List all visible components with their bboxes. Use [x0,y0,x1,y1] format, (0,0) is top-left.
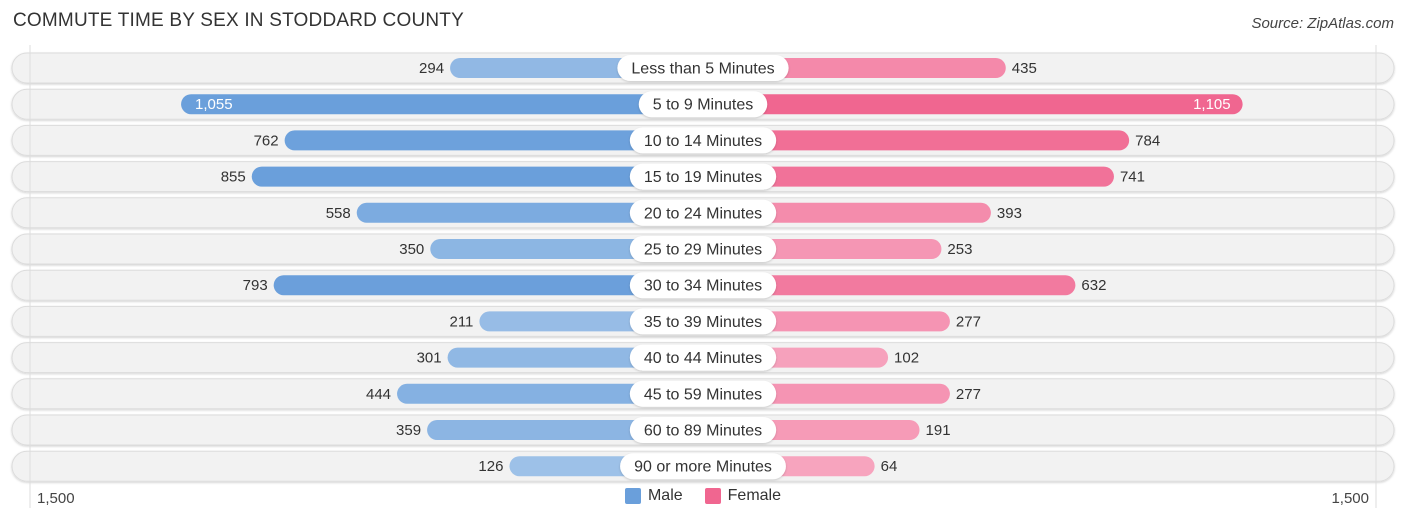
value-label-male: 359 [396,422,421,439]
category-label-text: 60 to 89 Minutes [644,423,762,440]
value-label-female: 632 [1081,277,1106,294]
value-label-male: 793 [243,277,268,294]
category-label: 60 to 89 Minutes [629,417,777,443]
category-label-text: 40 to 44 Minutes [644,350,762,367]
category-label-text: 10 to 14 Minutes [644,133,762,150]
category-label: 40 to 44 Minutes [629,344,777,371]
value-label-female: 277 [956,386,981,403]
category-label: 10 to 14 Minutes [629,127,777,154]
value-label-male: 350 [399,241,424,258]
value-label-male: 1,055 [195,96,233,113]
legend-swatch-male [624,488,641,504]
category-label-text: 30 to 34 Minutes [644,278,762,295]
value-label-female: 741 [1120,169,1145,186]
legend: Male Female [0,487,1406,505]
category-label-text: 45 to 59 Minutes [644,386,762,403]
value-label-male: 762 [254,132,279,149]
value-label-female: 393 [997,205,1022,222]
bar-female[interactable] [703,94,1243,115]
value-label-female: 102 [894,350,919,367]
category-label-text: 5 to 9 Minutes [653,97,754,114]
legend-label-male: Male [647,487,683,504]
value-label-female: 1,105 [1193,96,1231,113]
bar-male[interactable] [181,94,703,115]
value-label-female: 784 [1135,132,1160,149]
value-label-female: 435 [1012,60,1037,77]
chart-canvas: 294 435 Less than 5 Minutes 1,055 1,105 5 to … [11,45,1395,508]
legend-label-female: Female [727,487,782,504]
value-label-female: 253 [947,241,972,258]
legend-item-female[interactable]: Female [704,487,782,505]
value-label-female: 191 [926,422,951,439]
value-label-female: 64 [881,458,898,475]
category-label: 30 to 34 Minutes [629,272,777,299]
value-label-male: 444 [366,386,391,403]
legend-swatch-female [704,488,721,504]
category-label: Less than 5 Minutes [617,55,789,81]
category-label-text: Less than 5 Minutes [631,61,774,78]
value-label-male: 301 [417,350,442,367]
category-label: 45 to 59 Minutes [629,380,777,407]
value-label-female: 277 [956,313,981,330]
category-label: 5 to 9 Minutes [638,91,768,118]
value-label-male: 558 [326,205,351,222]
category-label-text: 15 to 19 Minutes [644,169,762,186]
category-label: 20 to 24 Minutes [629,199,777,226]
category-label: 25 to 29 Minutes [629,236,777,262]
category-label-text: 90 or more Minutes [634,459,772,476]
legend-item-male[interactable]: Male [624,487,683,505]
value-label-male: 855 [221,169,246,186]
category-label-text: 20 to 24 Minutes [644,205,762,222]
value-label-male: 211 [449,313,473,330]
value-label-male: 294 [419,60,444,77]
category-label-text: 25 to 29 Minutes [644,242,762,259]
category-label: 35 to 39 Minutes [629,308,777,335]
category-label-text: 35 to 39 Minutes [644,314,762,331]
category-label: 15 to 19 Minutes [629,163,777,190]
value-label-male: 126 [478,458,503,475]
category-label: 90 or more Minutes [620,453,786,480]
